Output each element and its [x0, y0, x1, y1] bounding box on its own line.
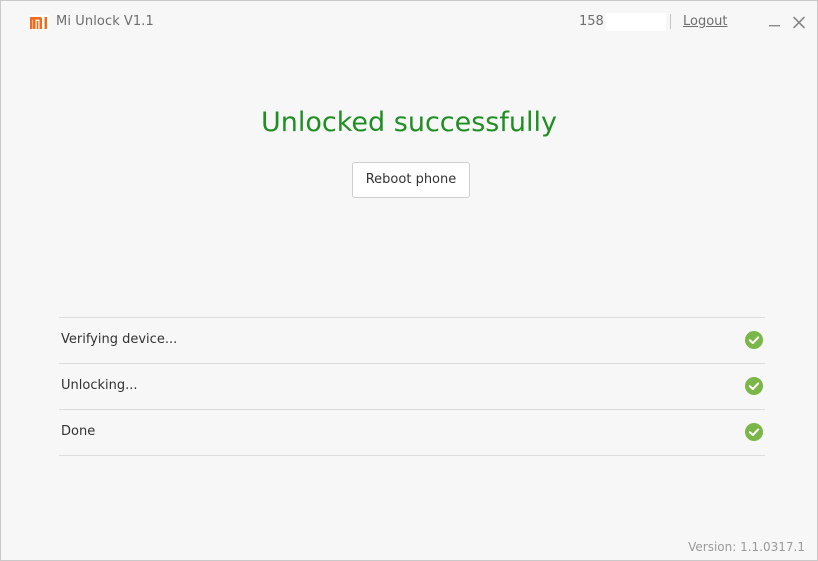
logout-link[interactable]: Logout	[683, 13, 728, 31]
app-title: Mi Unlock V1.1	[56, 13, 154, 31]
list-item: Verifying device...	[59, 318, 765, 364]
list-item: Unlocking...	[59, 364, 765, 410]
step-label: Done	[61, 424, 96, 439]
close-icon[interactable]	[791, 13, 807, 31]
check-circle-icon	[745, 423, 763, 441]
check-circle-icon	[745, 377, 763, 395]
check-circle-icon	[745, 331, 763, 349]
status-headline: Unlocked successfully	[261, 107, 557, 138]
account-redaction	[606, 13, 666, 31]
reboot-phone-button[interactable]: Reboot phone	[352, 162, 470, 198]
step-label: Verifying device...	[61, 332, 178, 347]
header-divider	[670, 14, 671, 29]
mi-unlock-window: Mi Unlock V1.1 158 Logout Unlocked succes…	[0, 0, 818, 561]
app-name: Mi Unlock	[56, 14, 120, 29]
unlock-steps-list: Verifying device... Unlocking... Done	[59, 317, 765, 456]
step-label: Unlocking...	[61, 378, 138, 393]
minimize-icon[interactable]	[767, 13, 783, 31]
title-bar: Mi Unlock V1.1 158 Logout	[1, 1, 817, 45]
mi-logo-icon	[29, 15, 49, 30]
account-id: 158	[579, 14, 604, 29]
version-label: Version: 1.1.0317.1	[688, 540, 805, 554]
list-item: Done	[59, 410, 765, 456]
app-version: V1.1	[123, 14, 154, 29]
